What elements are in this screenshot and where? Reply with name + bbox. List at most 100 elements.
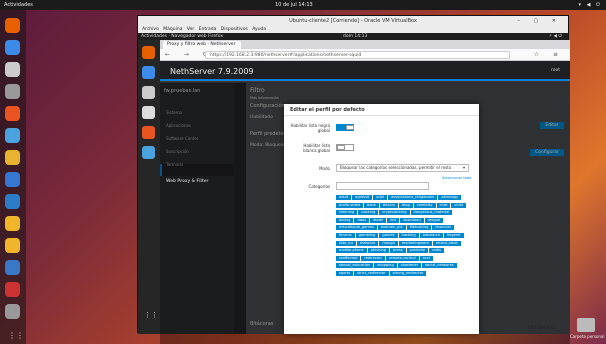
rhythmbox-icon[interactable] [5,84,20,99]
guest-help-icon[interactable] [142,146,155,159]
guest-thunderbird-icon[interactable] [142,66,155,79]
window-controls-icon[interactable]: – ▢ ✕ [517,16,562,26]
category-tag[interactable]: examen_pix [377,225,406,231]
help-icon[interactable] [5,128,20,143]
category-tag[interactable]: redirector [361,255,385,261]
show-apps-icon[interactable]: ⋮⋮ [8,332,24,342]
category-tag[interactable]: reaffected [336,255,361,261]
cube-icon[interactable] [5,194,20,209]
category-tag[interactable]: adult [336,195,352,200]
guest-tray-icon[interactable]: ⚡ ◀ ⏻ [549,33,562,40]
menu-icon[interactable]: ☆ ≡ [534,51,564,58]
guest-writer-icon[interactable] [142,106,155,119]
app5-icon[interactable] [5,304,20,319]
category-search-input[interactable] [336,182,429,190]
category-tag[interactable]: bitcoin [379,202,399,208]
category-tag[interactable]: radio [429,248,445,254]
app-icon[interactable] [5,216,20,231]
app3-icon[interactable] [5,260,20,275]
category-tag[interactable]: mobile-phone [336,248,367,254]
category-tag[interactable]: cryptojacking [379,210,410,216]
category-tag[interactable]: strict_redirector [354,270,389,276]
category-tag[interactable]: dating [336,217,354,223]
blacklist-toggle[interactable] [336,124,354,131]
category-tag[interactable]: publicite [406,248,429,254]
category-tag[interactable]: drogue [424,217,444,223]
firefox-window: Proxy y filtro web - Nethserver ← → ⟳ ht… [160,40,570,344]
edit-profile-modal: Editar el perfil por defecto Habilitar l… [284,104,479,334]
guest-files-icon[interactable] [142,86,155,99]
category-tag[interactable]: manga [379,240,398,246]
chrome-icon[interactable] [5,150,20,165]
vbox-menu[interactable]: Archivo Máquina Ver Entrada Dispositivos… [138,26,568,33]
category-tag[interactable]: social_networks [422,263,457,269]
category-tag[interactable]: financial [432,225,454,231]
guest-firefox-icon[interactable] [142,46,155,59]
category-tag[interactable]: remote-control [385,255,419,261]
category-tag[interactable]: phishing [367,248,389,254]
host-top-bar: Actividades 10 de jul 14:13 ▾ ◀ ⏻ [0,0,606,10]
category-tag[interactable]: mixed_adult [432,240,461,246]
chevron-down-icon: ▾ [462,165,465,170]
category-tag[interactable]: shopping [374,263,397,269]
category-tag[interactable]: child [451,202,466,208]
category-tag[interactable]: sports [336,270,354,276]
category-tags: adult agressif arjel associations_religieus… [336,194,469,334]
home-folder-label: Carpeta personal [570,334,605,339]
category-tag[interactable]: sexual_education [336,263,374,269]
files-icon[interactable] [5,62,20,77]
guest-activities[interactable]: Actividades · Navegador web Firefox [141,33,223,40]
category-tag[interactable]: blog [399,202,413,208]
guest-software-icon[interactable] [142,126,155,139]
writer-icon[interactable] [5,106,20,121]
category-tag[interactable]: download [400,217,424,223]
category-tag[interactable]: games [379,232,398,238]
category-tag[interactable]: lingerie [444,232,464,238]
firefox-icon[interactable] [5,18,20,33]
category-tag[interactable]: forums [336,232,355,238]
category-tag[interactable]: marketingware [398,240,432,246]
tab-proxy[interactable]: Proxy y filtro web - Nethserver [163,41,241,49]
category-tag[interactable]: astrology [438,195,462,200]
category-tag[interactable]: associations_religieuses [388,195,438,200]
category-tag[interactable]: celebrity [413,202,436,208]
category-tag[interactable]: filehosting [406,225,432,231]
category-tag[interactable]: strong_redirector [389,270,427,276]
category-tag[interactable]: dnt [387,217,400,223]
app4-icon[interactable] [5,282,20,297]
url-bar[interactable]: https://192.168.2.3:980/nethserver#/appl… [205,51,510,59]
category-tag[interactable]: ddos [354,217,370,223]
app2-icon[interactable] [5,238,20,253]
category-tag[interactable]: agressif [352,195,373,200]
category-tag[interactable]: cooking [358,210,379,216]
category-tag[interactable]: liste_bu [336,240,356,246]
home-folder-icon[interactable] [577,318,595,332]
category-tag[interactable]: audio-video [336,202,364,208]
virtualbox-icon[interactable] [5,172,20,187]
category-tag[interactable]: educational_games [336,225,377,231]
category-tag[interactable]: gambling [355,232,379,238]
category-tag[interactable]: dangerous_material [410,210,453,216]
category-tag[interactable]: cleaning [336,210,358,216]
category-tag[interactable]: press [390,248,406,254]
select-all-link[interactable]: Seleccionar todo [442,176,471,180]
thunderbird-icon[interactable] [5,40,20,55]
user-menu[interactable]: root [551,68,560,73]
system-tray-icon[interactable]: ▾ ◀ ⏻ [579,2,603,8]
ns-brand: NethServer 7.9.2009 [170,67,254,76]
whitelist-toggle[interactable] [336,144,354,151]
category-tag[interactable]: jobsearch [419,232,444,238]
category-tag[interactable]: chat [436,202,451,208]
guest-clock[interactable]: dom 14:13 [343,33,367,40]
category-tag[interactable]: dialer [370,217,387,223]
category-tag[interactable]: sect [419,255,434,261]
category-tag[interactable]: bank [364,202,379,208]
category-tag[interactable]: shortener [397,263,422,269]
clock[interactable]: 10 de jul 14:13 [275,2,313,8]
mode-select[interactable]: Bloquear las categorías seleccionadas, p… [336,164,469,172]
category-tag[interactable]: arjel [373,195,388,200]
category-tag[interactable]: malware [356,240,379,246]
guest-show-apps-icon[interactable]: ⋮⋮ [144,312,158,322]
category-tag[interactable]: hacking [398,232,419,238]
activities-button[interactable]: Actividades [4,2,33,8]
